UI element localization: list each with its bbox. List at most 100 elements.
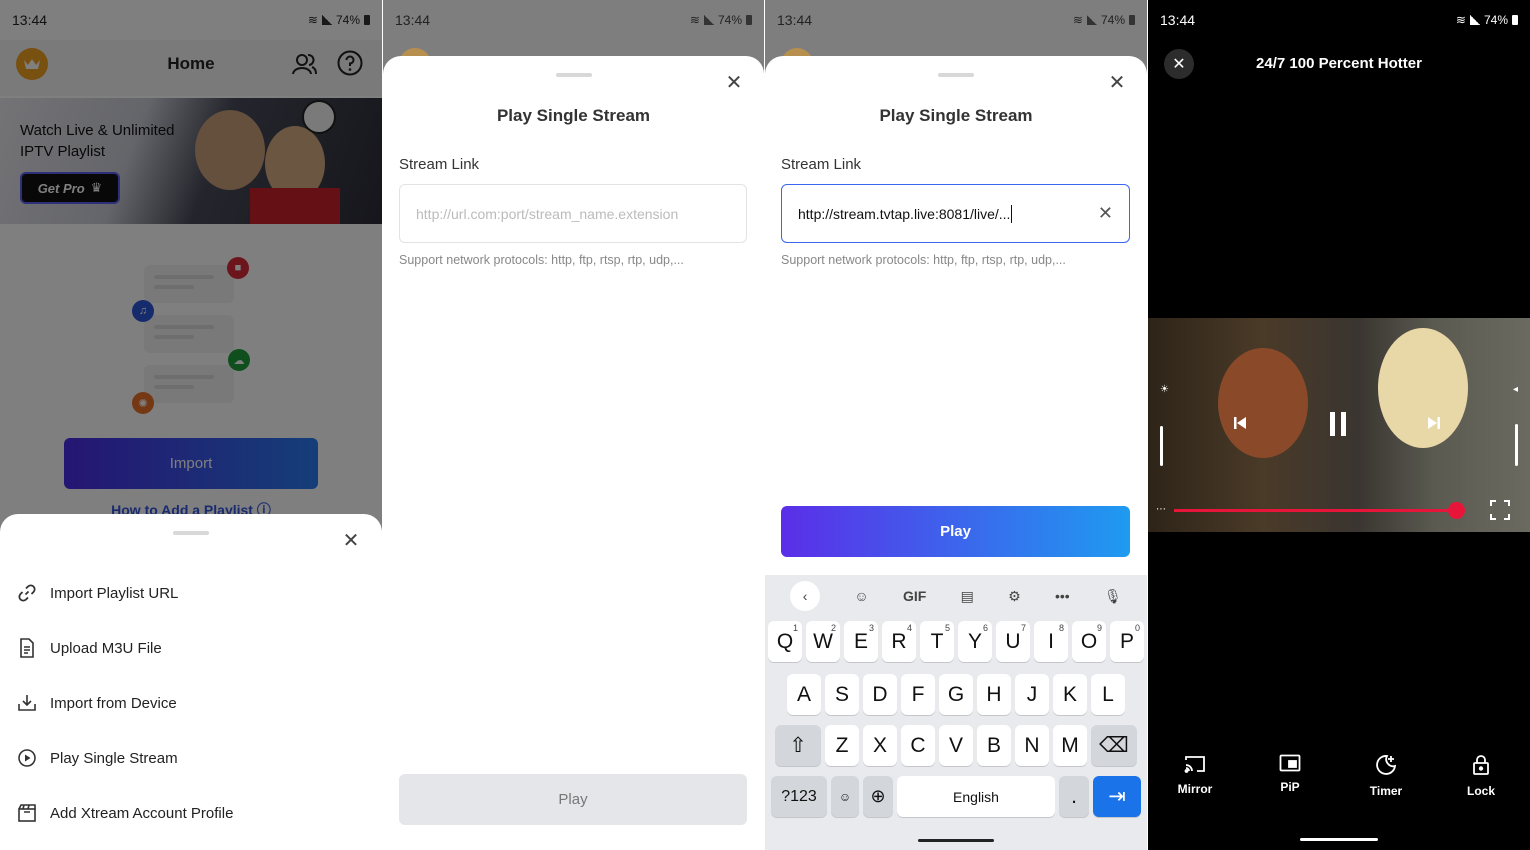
video-person	[1378, 328, 1468, 448]
key-o[interactable]: O9	[1072, 621, 1106, 662]
globe-icon[interactable]: ⊕	[863, 776, 893, 817]
menu-item[interactable]: Play Single Stream	[18, 738, 362, 778]
keyboard: ‹ ☺ GIF ▤ ⚙ ••• 🎙 Q1W2E3R4T5Y6U7I8O9P0 A…	[765, 575, 1147, 850]
key-i[interactable]: I8	[1034, 621, 1068, 662]
fullscreen-icon[interactable]	[1490, 500, 1510, 520]
period-key[interactable]: .	[1059, 776, 1089, 817]
key-s[interactable]: S	[825, 674, 859, 715]
key-r[interactable]: R4	[882, 621, 916, 662]
stream-link-input[interactable]: http://stream.tvtap.live:8081/live/... ✕	[781, 184, 1130, 243]
key-b[interactable]: B	[977, 725, 1011, 766]
battery-icon	[1512, 15, 1518, 25]
wifi-icon: ≋	[689, 13, 700, 27]
import-options-sheet: ✕ Import Playlist URL Upload M3U File Impo…	[0, 514, 382, 850]
previous-icon[interactable]	[1232, 415, 1248, 431]
enter-key[interactable]: ⇥	[1093, 776, 1141, 817]
key-v[interactable]: V	[939, 725, 973, 766]
key-label: T	[930, 629, 944, 653]
volume-slider[interactable]	[1515, 424, 1518, 466]
speed-icon[interactable]: ⋯	[1156, 504, 1166, 515]
menu-item[interactable]: Import Playlist URL	[18, 573, 362, 613]
key-f[interactable]: F	[901, 674, 935, 715]
volume-icon: ◂	[1512, 384, 1518, 395]
more-icon[interactable]: •••	[1055, 588, 1070, 604]
key-g[interactable]: G	[939, 674, 973, 715]
single-stream-filled-screen: 13:44 ≋ 74% ✕ Play Single Stream Stream L…	[765, 0, 1147, 850]
settings-icon[interactable]: ⚙	[1008, 588, 1021, 605]
video-frame[interactable]: ☀ ◂ ⋯	[1148, 318, 1530, 532]
home-indicator	[918, 839, 994, 842]
signal-icon	[703, 15, 714, 25]
key-u[interactable]: U7	[996, 621, 1030, 662]
drag-handle[interactable]	[555, 73, 592, 77]
brightness-icon: ☀	[1160, 384, 1169, 395]
key-number-hint: 6	[982, 623, 988, 633]
battery-label: 74%	[1483, 13, 1508, 27]
clipboard-icon[interactable]: ▤	[961, 588, 974, 605]
keyboard-toolbar: ‹ ☺ GIF ▤ ⚙ ••• 🎙	[765, 575, 1147, 617]
drag-handle[interactable]	[938, 73, 974, 77]
key-z[interactable]: Z	[825, 725, 859, 766]
mic-icon[interactable]: 🎙	[1104, 588, 1122, 605]
control-lock[interactable]: Lock	[1451, 754, 1511, 798]
play-button[interactable]: Play	[399, 774, 747, 825]
key-a[interactable]: A	[787, 674, 821, 715]
file-icon	[18, 638, 36, 658]
key-x[interactable]: X	[863, 725, 897, 766]
backspace-key[interactable]: ⌫	[1091, 725, 1137, 766]
sheet-title: Play Single Stream	[879, 106, 1033, 125]
key-q[interactable]: Q1	[768, 621, 802, 662]
key-k[interactable]: K	[1053, 674, 1087, 715]
space-key[interactable]: English	[897, 776, 1055, 817]
seek-thumb[interactable]	[1448, 502, 1466, 519]
pause-icon[interactable]	[1328, 411, 1348, 437]
control-timer[interactable]: Timer	[1356, 754, 1416, 798]
shift-key[interactable]: ⇧	[775, 725, 821, 766]
key-m[interactable]: M	[1053, 725, 1087, 766]
key-y[interactable]: Y6	[958, 621, 992, 662]
drag-handle[interactable]	[173, 531, 209, 535]
key-n[interactable]: N	[1015, 725, 1049, 766]
symbols-key[interactable]: ?123	[771, 776, 827, 817]
menu-item[interactable]: Import from Device	[18, 683, 362, 723]
gif-button[interactable]: GIF	[903, 588, 926, 604]
play-button[interactable]: Play	[781, 506, 1130, 557]
menu-item[interactable]: Upload M3U File	[18, 628, 362, 668]
next-icon[interactable]	[1426, 415, 1442, 431]
close-icon[interactable]: ✕	[340, 529, 362, 552]
brightness-slider[interactable]	[1160, 426, 1163, 466]
menu-item-label: Play Single Stream	[50, 749, 178, 767]
control-pip[interactable]: PiP	[1260, 754, 1320, 794]
home-screen: 13:44 ≋74% Home Watch Live & Unlimited I…	[0, 0, 382, 850]
menu-item[interactable]: Add Xtream Account Profile	[18, 793, 362, 833]
key-d[interactable]: D	[863, 674, 897, 715]
signal-icon	[1086, 15, 1097, 25]
emoji-key[interactable]: ☺	[831, 776, 859, 817]
play-label: Play	[940, 523, 971, 540]
key-l[interactable]: L	[1091, 674, 1125, 715]
seek-bar[interactable]	[1174, 502, 1466, 519]
status-bar: 13:44 ≋ 74%	[1148, 0, 1530, 40]
stream-link-input[interactable]: http://url.com:port/stream_name.extensio…	[399, 184, 747, 243]
key-j[interactable]: J	[1015, 674, 1049, 715]
status-bar: 13:44 ≋ 74%	[383, 0, 764, 40]
timer-icon	[1375, 754, 1397, 776]
seek-progress	[1174, 509, 1457, 512]
control-mirror[interactable]: Mirror	[1165, 754, 1225, 796]
close-icon[interactable]: ✕	[723, 71, 745, 94]
key-t[interactable]: T5	[920, 621, 954, 662]
control-label: PiP	[1280, 780, 1300, 794]
sticker-icon[interactable]: ☺	[854, 588, 868, 604]
period-label: .	[1071, 784, 1077, 808]
clear-icon[interactable]: ✕	[1098, 203, 1113, 224]
back-chevron-icon[interactable]: ‹	[790, 581, 821, 611]
wifi-icon: ≋	[1072, 13, 1083, 27]
key-w[interactable]: W2	[806, 621, 840, 662]
cast-icon	[1184, 754, 1206, 774]
close-icon[interactable]: ✕	[1106, 71, 1128, 94]
key-p[interactable]: P0	[1110, 621, 1144, 662]
key-h[interactable]: H	[977, 674, 1011, 715]
key-e[interactable]: E3	[844, 621, 878, 662]
key-c[interactable]: C	[901, 725, 935, 766]
control-label: Mirror	[1177, 782, 1213, 796]
